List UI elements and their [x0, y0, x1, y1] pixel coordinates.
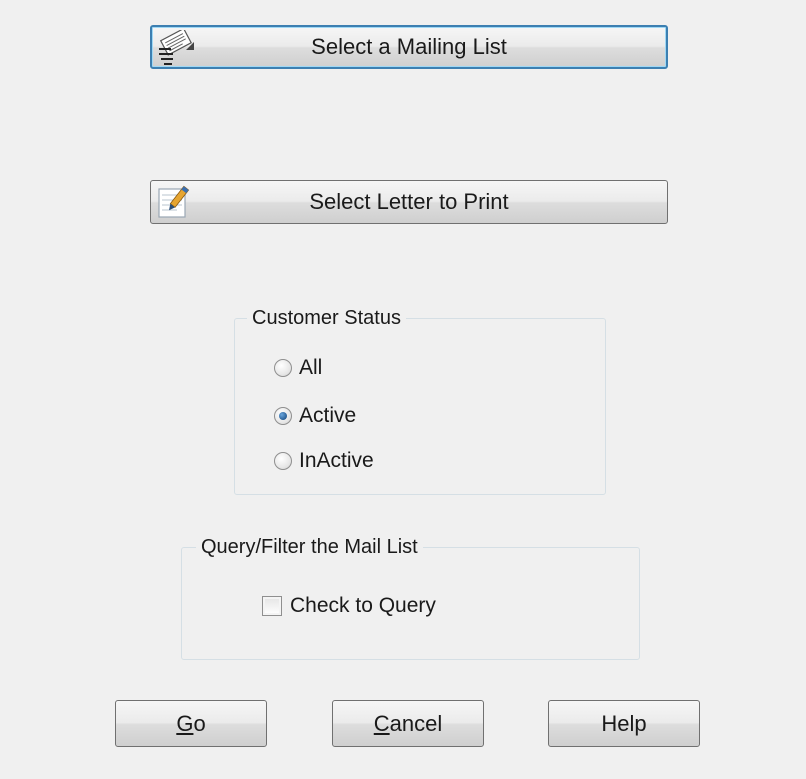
- radio-all-indicator[interactable]: [274, 359, 292, 377]
- select-letter-button[interactable]: Select Letter to Print: [150, 180, 668, 224]
- cancel-button[interactable]: Cancel: [332, 700, 484, 747]
- select-letter-label: Select Letter to Print: [309, 189, 509, 214]
- mailing-dialog: Select a Mailing List Select Letter to P…: [0, 0, 806, 779]
- radio-active[interactable]: Active: [274, 404, 356, 428]
- select-mailing-list-label: Select a Mailing List: [311, 34, 507, 59]
- select-mailing-list-button[interactable]: Select a Mailing List: [150, 25, 668, 69]
- customer-status-legend: Customer Status: [247, 305, 406, 331]
- radio-all[interactable]: All: [274, 356, 322, 380]
- radio-all-label: All: [299, 356, 323, 379]
- query-checkbox[interactable]: [262, 596, 282, 616]
- check-to-query[interactable]: Check to Query: [262, 594, 436, 618]
- cancel-mnemonic: C: [373, 711, 390, 736]
- radio-active-indicator[interactable]: [274, 407, 292, 425]
- letter-edit-icon: [155, 184, 195, 220]
- go-button[interactable]: Go: [115, 700, 267, 747]
- radio-inactive-indicator[interactable]: [274, 452, 292, 470]
- cancel-label-rest: ancel: [389, 711, 443, 736]
- go-label-rest: o: [193, 711, 206, 736]
- mailing-list-icon: [156, 27, 196, 66]
- radio-inactive[interactable]: InActive: [274, 449, 374, 473]
- radio-inactive-label: InActive: [299, 449, 374, 472]
- help-button[interactable]: Help: [548, 700, 700, 747]
- go-mnemonic: G: [176, 711, 194, 736]
- help-label: Help: [601, 711, 647, 736]
- radio-active-label: Active: [299, 404, 357, 427]
- query-filter-legend: Query/Filter the Mail List: [196, 534, 423, 560]
- check-to-query-label: Check to Query: [290, 594, 436, 617]
